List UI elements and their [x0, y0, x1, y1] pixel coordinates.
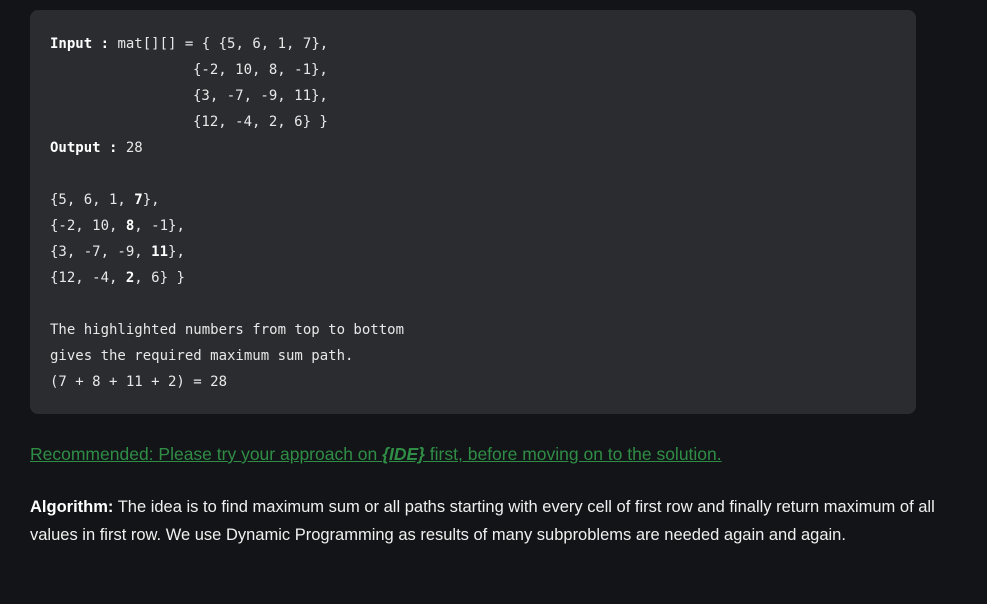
algorithm-label: Algorithm:: [30, 498, 114, 516]
matrix-row: {12, -4, 2, 6} }: [50, 269, 185, 287]
input-row-0: mat[][] = { {5, 6, 1, 7},: [117, 36, 329, 52]
input-row-3: {12, -4, 2, 6} }: [193, 114, 328, 130]
algorithm-paragraph: Algorithm: The idea is to find maximum s…: [30, 493, 935, 549]
input-row-2: {3, -7, -9, 11},: [193, 88, 328, 104]
matrix-row-2-post: },: [168, 244, 185, 260]
recommended-suffix: first, before moving on to the solution.: [424, 444, 722, 464]
matrix-row-0-pre: {5, 6, 1,: [50, 192, 135, 208]
recommended-ide-link[interactable]: Recommended: Please try your approach on…: [30, 442, 722, 466]
matrix-row: {3, -7, -9, 11},: [50, 243, 185, 261]
matrix-row: {5, 6, 1, 7},: [50, 191, 160, 209]
input-line: Input : mat[][] = { {5, 6, 1, 7},: [50, 35, 328, 53]
matrix-row-1-post: , -1},: [134, 218, 185, 234]
recommended-prefix: Recommended: Please try your approach on: [30, 444, 383, 464]
output-label: Output: [50, 140, 101, 156]
input-separator: :: [92, 36, 118, 52]
matrix-row-1-pre: {-2, 10,: [50, 218, 126, 234]
input-label: Input: [50, 36, 93, 52]
matrix-row-0-highlight: 7: [134, 192, 143, 208]
algorithm-text: The idea is to find maximum sum or all p…: [30, 498, 935, 544]
output-line: Output : 28: [50, 139, 143, 157]
explanation-line-2: (7 + 8 + 11 + 2) = 28: [50, 374, 228, 390]
output-separator: :: [100, 140, 126, 156]
matrix-row-2-pre: {3, -7, -9,: [50, 244, 152, 260]
code-example-block: Input : mat[][] = { {5, 6, 1, 7}, {-2, 1…: [30, 10, 916, 414]
matrix-row-0-post: },: [142, 192, 160, 208]
output-value: 28: [125, 140, 143, 156]
matrix-row-2-highlight: 11: [151, 244, 169, 260]
ide-label: {IDE}: [382, 444, 425, 464]
matrix-row-3-pre: {12, -4,: [50, 270, 126, 286]
explanation-line-1: gives the required maximum sum path.: [50, 348, 354, 364]
matrix-row-3-post: , 6} }: [134, 270, 185, 286]
input-row-1: {-2, 10, 8, -1},: [193, 62, 328, 78]
matrix-row: {-2, 10, 8, -1},: [50, 217, 185, 235]
explanation-line-0: The highlighted numbers from top to bott…: [50, 322, 405, 338]
